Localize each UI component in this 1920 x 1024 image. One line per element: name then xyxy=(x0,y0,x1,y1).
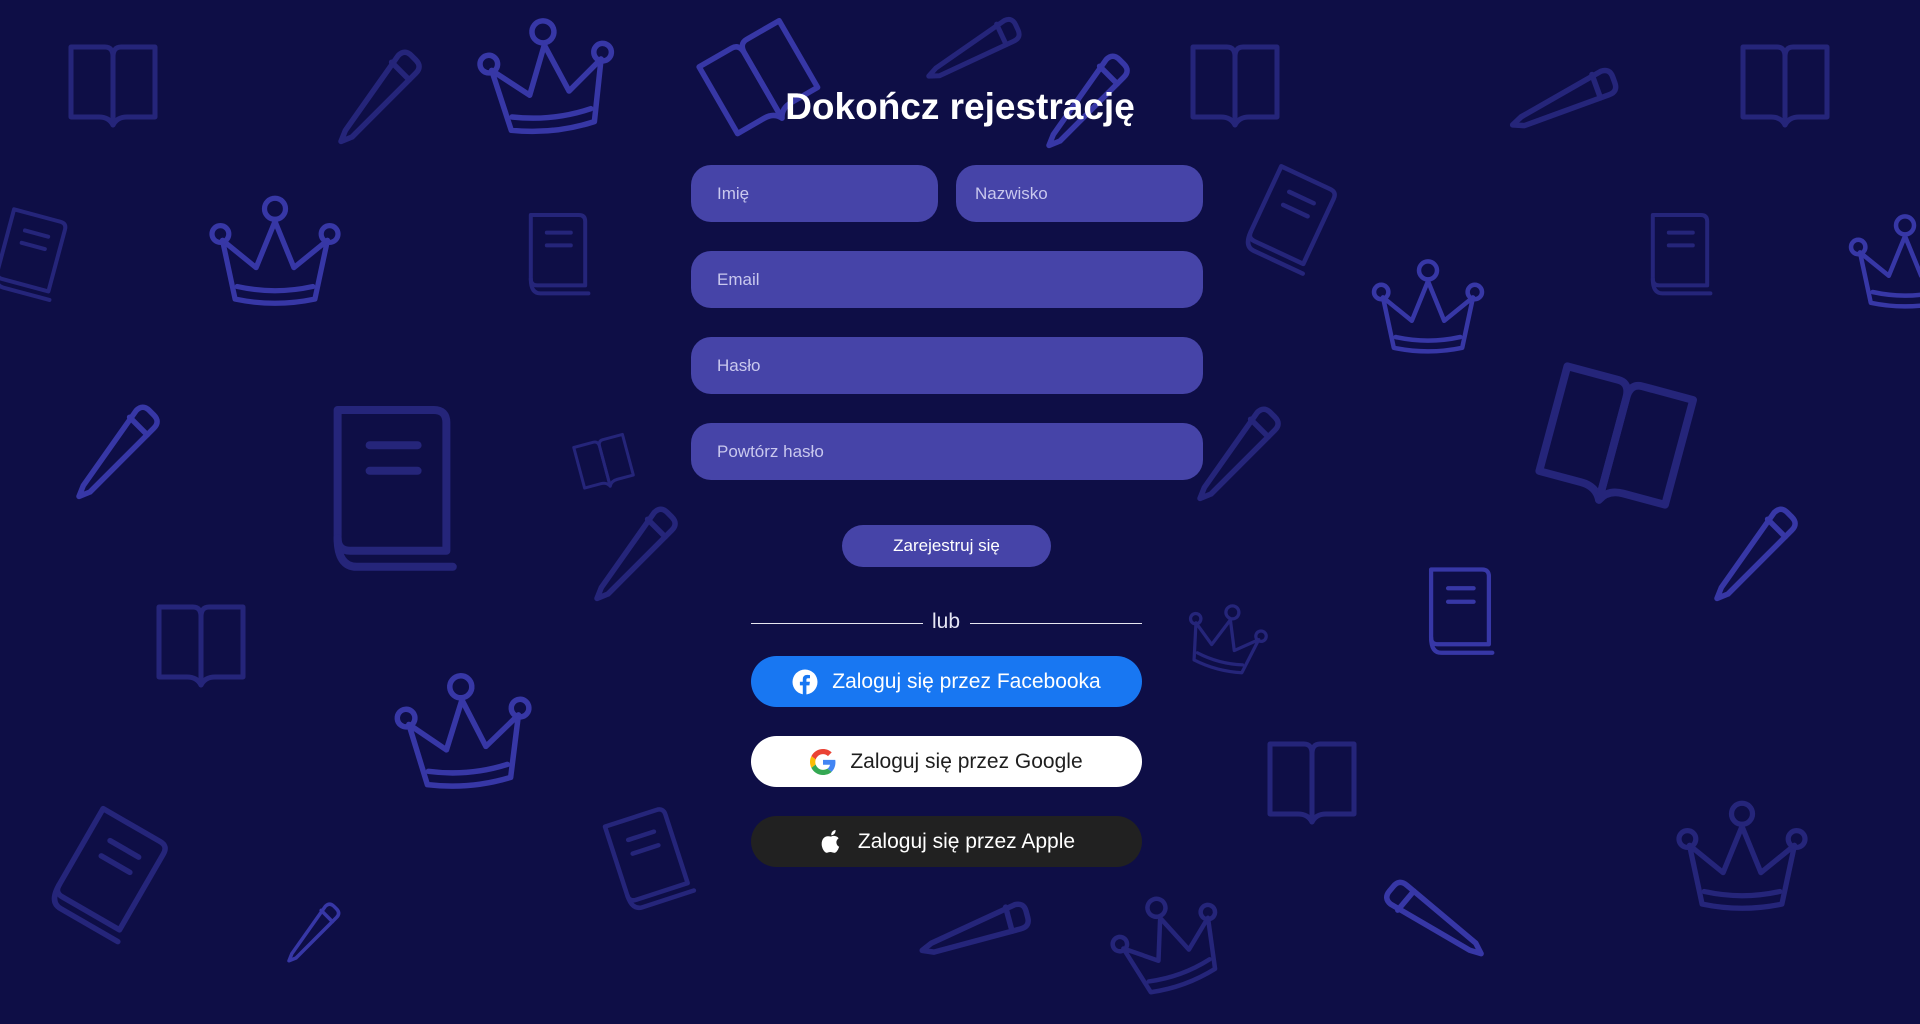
book-icon xyxy=(338,410,453,567)
facebook-login-button[interactable]: Zaloguj się przez Facebooka xyxy=(751,656,1142,707)
background-pattern xyxy=(0,0,1920,1024)
facebook-icon xyxy=(792,669,818,695)
apple-login-button[interactable]: Zaloguj się przez Apple xyxy=(751,816,1142,867)
divider-text: lub xyxy=(931,610,961,633)
book-open-icon xyxy=(1270,744,1354,822)
book-open-icon xyxy=(1536,366,1693,516)
register-button[interactable]: Zarejestruj się xyxy=(842,525,1051,567)
repeat-password-input[interactable] xyxy=(691,423,1203,480)
pencil-icon xyxy=(597,509,675,598)
book-icon xyxy=(1244,166,1340,273)
apple-login-label: Zaloguj się przez Apple xyxy=(857,829,1076,853)
pencil-icon xyxy=(922,873,1034,989)
crown-icon xyxy=(1851,216,1920,306)
google-login-label: Zaloguj się przez Google xyxy=(850,749,1083,773)
book-icon xyxy=(1653,215,1711,293)
last-name-input[interactable] xyxy=(956,165,1203,222)
pencil-icon xyxy=(287,902,341,963)
apple-icon xyxy=(818,829,844,855)
divider-line-left xyxy=(751,623,923,624)
google-icon xyxy=(810,748,836,775)
book-icon xyxy=(0,209,70,300)
crown-icon xyxy=(394,670,535,791)
divider-line-right xyxy=(970,623,1142,624)
book-open-icon xyxy=(159,607,243,685)
book-icon xyxy=(531,215,589,293)
google-login-button[interactable]: Zaloguj się przez Google xyxy=(751,736,1142,787)
email-input[interactable] xyxy=(691,251,1203,308)
book-icon xyxy=(49,809,171,942)
book-icon xyxy=(605,807,694,911)
facebook-login-label: Zaloguj się przez Facebooka xyxy=(832,669,1101,693)
crown-icon xyxy=(1177,594,1274,681)
book-open-icon xyxy=(572,432,637,495)
crown-icon xyxy=(1679,803,1805,908)
pencil-icon xyxy=(1200,409,1278,498)
password-input[interactable] xyxy=(691,337,1203,394)
crown-icon xyxy=(1103,881,1235,1003)
page-title: Dokończ rejestrację xyxy=(785,86,1135,127)
pencil-icon xyxy=(1717,509,1795,598)
pencil-icon xyxy=(1386,876,1482,962)
crown-icon xyxy=(212,198,338,303)
book-icon xyxy=(1431,570,1492,653)
crown-icon xyxy=(1374,261,1482,351)
first-name-input[interactable] xyxy=(691,165,938,222)
pencil-icon xyxy=(79,407,157,496)
